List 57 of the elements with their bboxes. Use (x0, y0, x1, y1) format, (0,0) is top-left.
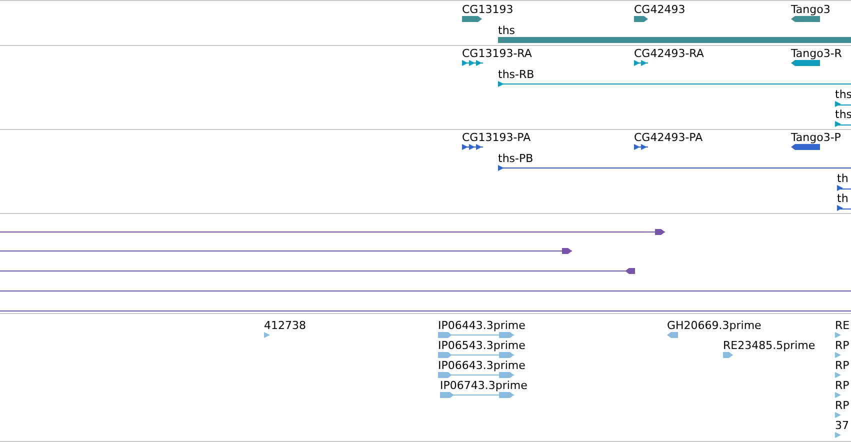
alignment-line[interactable] (0, 228, 665, 236)
transcript-glyph[interactable] (462, 59, 483, 67)
transcript-glyph[interactable] (462, 143, 483, 151)
transcript-line[interactable] (498, 164, 851, 172)
feature-label: RE (835, 320, 850, 331)
feature-label: Tango3-R (791, 48, 842, 59)
feature-label: RP (835, 380, 850, 391)
feature-arrow-icon[interactable] (835, 331, 843, 339)
alignment-line[interactable] (0, 247, 572, 255)
feature-label: IP06443.3prime (438, 320, 526, 331)
transcript-glyph[interactable] (634, 143, 648, 151)
gene-arrow-icon[interactable] (634, 15, 648, 23)
feature-arrow-icon[interactable] (835, 431, 843, 439)
gene-arrow-icon[interactable] (791, 143, 820, 151)
feature-arrow-icon[interactable] (835, 411, 843, 419)
feature-label: th (837, 193, 848, 204)
read-pair-glyph[interactable] (440, 391, 514, 399)
feature-arrow-icon[interactable] (835, 351, 843, 359)
feature-label: CG13193 (462, 4, 514, 15)
gene-arrow-icon[interactable] (462, 15, 482, 23)
feature-arrow-icon[interactable] (264, 331, 270, 339)
feature-label: IP06743.3prime (440, 380, 528, 391)
feature-label: 37 (835, 420, 849, 431)
transcript-glyph[interactable] (634, 59, 648, 67)
feature-label: RP (835, 360, 850, 371)
feature-label: IP06543.3prime (438, 340, 526, 351)
transcript-stub-icon[interactable] (837, 184, 851, 192)
feature-label: RP (835, 340, 850, 351)
alignment-line[interactable] (0, 267, 635, 275)
feature-label: RP (835, 400, 850, 411)
feature-label: Tango3 (791, 4, 830, 15)
gene-arrow-icon[interactable] (791, 59, 820, 67)
feature-label: IP06643.3prime (438, 360, 526, 371)
transcript-stub-icon[interactable] (835, 100, 851, 108)
feature-label: ths (498, 25, 516, 36)
feature-arrow-icon[interactable] (835, 371, 843, 379)
feature-label: CG42493 (634, 4, 686, 15)
feature-label: ths-RB (498, 69, 534, 80)
transcript-line[interactable] (498, 80, 851, 88)
read-pair-glyph[interactable] (438, 371, 514, 379)
feature-label: ths-PB (498, 153, 534, 164)
feature-label: CG13193-PA (462, 132, 531, 143)
feature-label: 412738 (264, 320, 306, 331)
read-pair-glyph[interactable] (438, 351, 514, 359)
feature-arrow-icon[interactable] (835, 391, 843, 399)
feature-label: GH20669.3prime (667, 320, 762, 331)
feature-label: RE23485.5prime (723, 340, 816, 351)
feature-label: th (837, 173, 848, 184)
read-pair-glyph[interactable] (438, 331, 514, 339)
gene-arrow-icon[interactable] (791, 15, 820, 23)
feature-label: CG42493-RA (634, 48, 704, 59)
transcript-stub-icon[interactable] (835, 120, 851, 128)
gene-bar[interactable] (498, 36, 851, 44)
transcript-stub-icon[interactable] (837, 204, 851, 212)
feature-label: CG42493-PA (634, 132, 703, 143)
feature-label: Tango3-P (791, 132, 841, 143)
feature-label: CG13193-RA (462, 48, 532, 59)
